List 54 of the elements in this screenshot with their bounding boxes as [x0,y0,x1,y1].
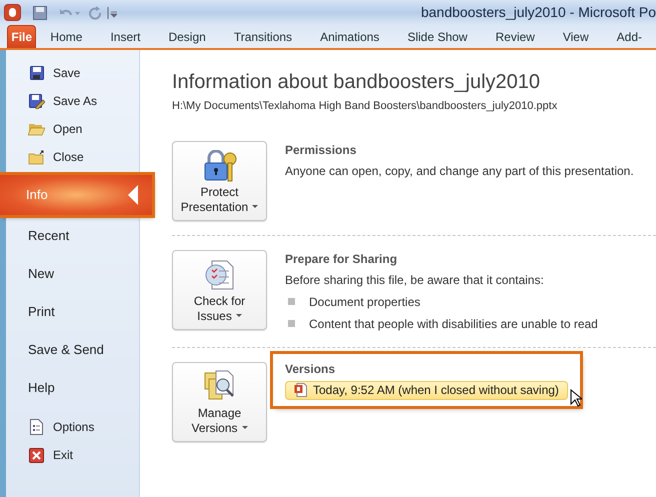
app-logo-icon [4,4,21,21]
presentation-file-icon [294,383,307,397]
menu-tab[interactable]: New [6,255,139,293]
menu-tab[interactable]: Help [6,369,139,407]
dropdown-caret-icon [252,205,258,210]
info-title: Information about bandboosters_july2010 [172,70,542,95]
bullet-icon [288,298,295,305]
section-button[interactable]: Check for Issues [172,250,267,330]
bullet-text: Content that people with disabilities are unable to read [309,316,598,332]
menu-tab[interactable]: Save & Send [6,331,139,369]
menu-command[interactable]: Save As [6,87,139,115]
section-heading: Versions [285,360,336,378]
menu-command[interactable]: Save [6,59,139,87]
menu-command[interactable]: Close [6,143,139,171]
bullet-icon [288,320,295,327]
ribbon-tab[interactable]: View [548,25,603,48]
open-folder-icon [28,122,45,136]
padlock-key-icon [202,150,236,182]
ribbon-tab[interactable]: Slide Show [393,25,482,48]
floppy-pencil-icon [28,94,44,108]
mouse-cursor-icon [570,388,582,406]
section-text: Anyone can open, copy, and change any part of this presentation. [285,162,634,180]
save-icon[interactable] [33,6,47,20]
ribbon-tab[interactable]: Home [36,25,96,48]
section-heading: Permissions [285,142,358,158]
menu-tab[interactable]: Recent [6,217,139,255]
section-button[interactable]: Manage Versions [172,362,267,442]
ribbon-tab[interactable]: Review [481,25,549,48]
ribbon-tab[interactable]: File [7,25,36,48]
file-path: H:\My Documents\Texlahoma High Band Boosters\bandboosters_july2010.pptx [172,99,558,114]
ribbon-tab[interactable]: Insert [96,25,154,48]
window-title: bandboosters_july2010 - Microsoft Po [420,3,656,22]
ribbon-tab[interactable]: Add- [602,25,656,48]
bullet-text: Document properties [309,294,420,310]
documents-magnifier-icon [204,368,236,402]
menu-command[interactable]: Options [6,413,139,441]
section-text: Before sharing this file, be aware that it contains: [285,272,545,288]
close-icon [29,448,44,462]
menu-tab[interactable]: Print [6,293,139,331]
document-icon [30,419,43,435]
menu-command[interactable]: Open [6,115,139,143]
dropdown-caret-icon [236,314,242,318]
customize-toolbar-icon[interactable] [107,6,117,20]
pointer-triangle-icon [128,185,138,205]
folder-icon [28,150,45,164]
menu-command[interactable]: Exit [6,441,139,469]
ribbon-tab[interactable]: Transitions [220,25,306,48]
ribbon-tab[interactable]: Design [154,25,220,48]
dropdown-caret-icon [242,426,248,430]
version-item[interactable]: Today, 9:52 AM (when I closed without saving) [285,380,568,400]
checklist-icon [204,258,236,290]
ribbon-tab[interactable]: Animations [306,25,394,48]
section-heading: Prepare for Sharing [285,250,398,268]
section-button[interactable]: Protect Presentation [172,140,267,220]
